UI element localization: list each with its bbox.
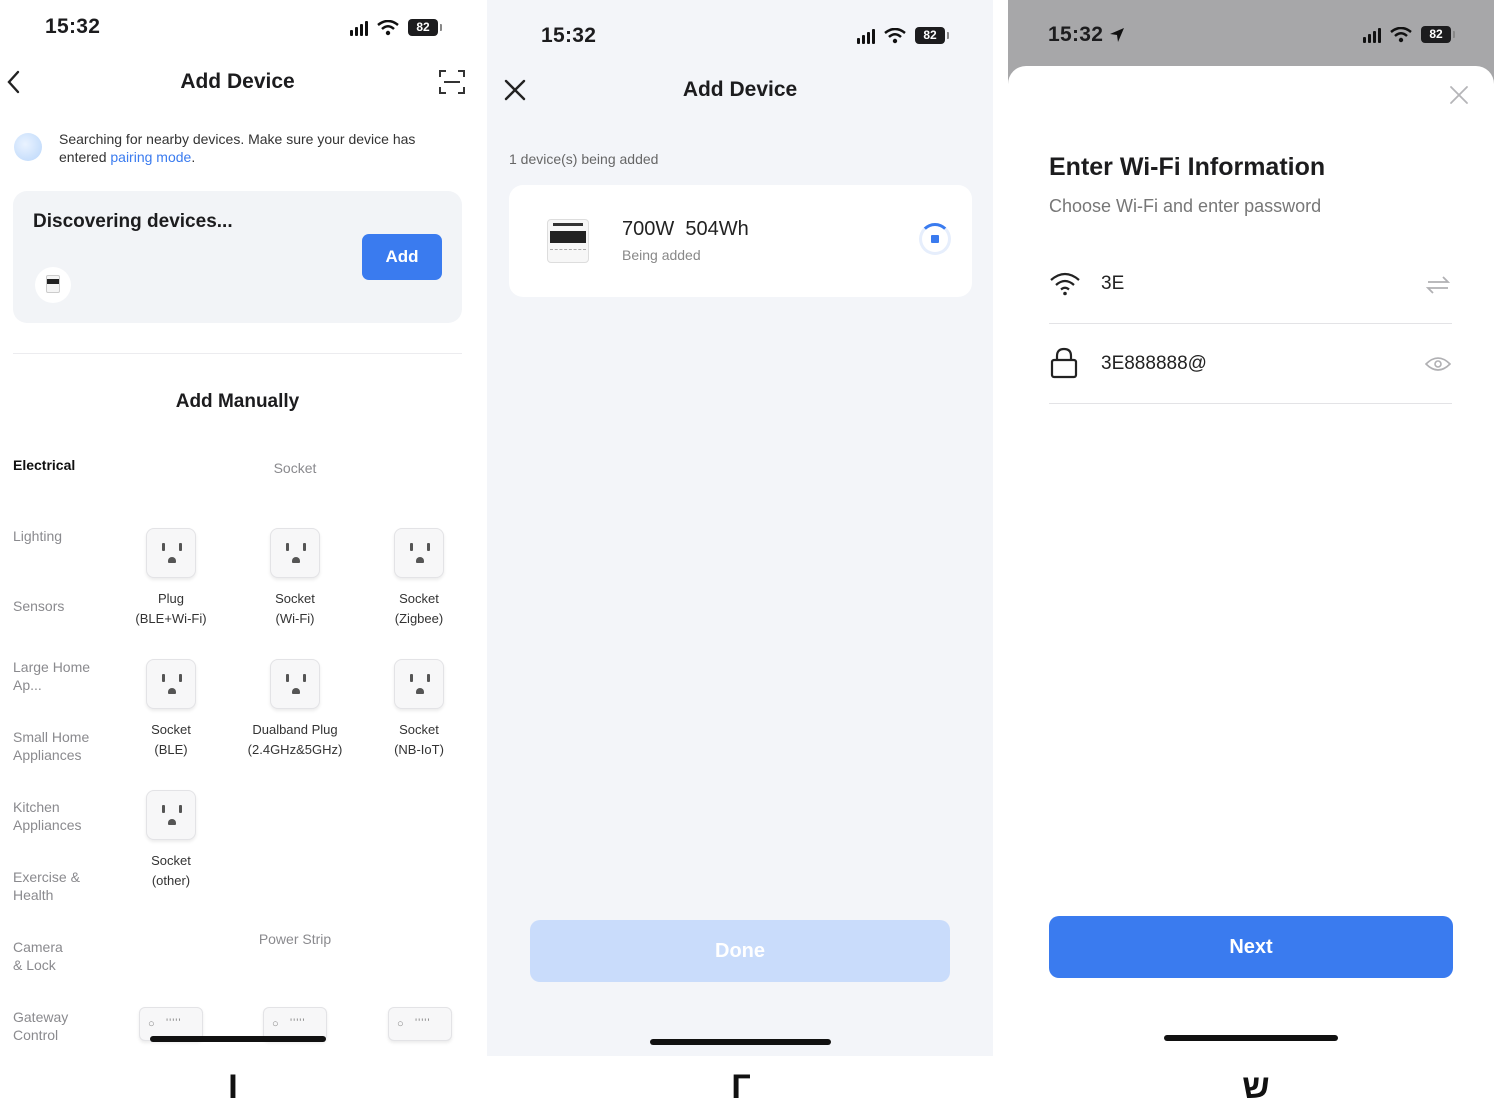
status-time: 15:32 [1048, 23, 1125, 47]
socket-other-icon[interactable] [146, 790, 196, 840]
loading-spinner-icon [919, 223, 951, 255]
add-manually-title: Add Manually [175, 391, 300, 412]
socket-wifi-icon[interactable] [270, 528, 320, 578]
power-station-icon [46, 275, 60, 293]
category-small-home-appliances[interactable]: Small Home Appliances [13, 728, 103, 764]
add-discovered-button[interactable]: Add [362, 234, 442, 280]
wifi-sheet: Enter Wi-Fi Information Choose Wi-Fi and… [1008, 66, 1494, 1056]
wifi-password-field[interactable]: 3E888888@ [1101, 353, 1207, 375]
power-station-icon [547, 219, 589, 263]
section-socket: Socket [273, 460, 317, 476]
wifi-icon [377, 19, 399, 35]
power-strip-icon[interactable]: ○ ''''' [388, 1007, 452, 1041]
device-card: 700W 504Wh Being added [509, 185, 972, 297]
wifi-icon [884, 27, 906, 43]
dualband-plug-icon[interactable] [270, 659, 320, 709]
screen-wifi-information: 15:32 82 Enter Wi-Fi Information Choose … [1008, 0, 1494, 1056]
close-icon[interactable] [1449, 85, 1469, 105]
home-indicator[interactable] [650, 1039, 831, 1045]
sheet-title: Enter Wi-Fi Information [1049, 153, 1326, 181]
category-kitchen-appliances[interactable]: Kitchen Appliances [13, 798, 93, 834]
status-icons: 82 [857, 27, 949, 44]
device-name: 700W 504Wh [622, 218, 749, 240]
socket-ble-icon[interactable] [146, 659, 196, 709]
device-label[interactable]: Socket (Zigbee) [354, 589, 475, 629]
location-arrow-icon [1110, 28, 1125, 42]
page-title: Add Device [180, 70, 295, 93]
status-icons: 82 [1363, 26, 1455, 43]
category-gateway-control[interactable]: Gateway Control [13, 1008, 83, 1044]
signal-icon [857, 28, 875, 44]
category-camera-lock[interactable]: Camera & Lock [13, 938, 73, 974]
divider [1049, 403, 1452, 404]
wifi-ssid-field[interactable]: 3E [1101, 273, 1124, 295]
battery-icon: 82 [408, 19, 442, 36]
signal-icon [350, 20, 368, 36]
discovering-card: Discovering devices... Add [13, 191, 462, 323]
searching-indicator-icon [14, 133, 42, 161]
panel-label-2: Г [731, 1068, 751, 1106]
category-electrical[interactable]: Electrical [13, 456, 113, 474]
lock-icon [1050, 347, 1078, 379]
switch-network-icon[interactable] [1426, 276, 1450, 294]
panel-label-3: ש [1242, 1068, 1270, 1106]
category-sensors[interactable]: Sensors [13, 597, 113, 615]
category-lighting[interactable]: Lighting [13, 527, 113, 545]
category-large-home-appliances[interactable]: Large Home Ap... [13, 658, 98, 694]
device-label[interactable]: Dualband Plug (2.4GHz&5GHz) [230, 720, 360, 760]
back-icon[interactable] [6, 70, 20, 94]
socket-nb-iot-icon[interactable] [394, 659, 444, 709]
screen-device-being-added: 15:32 82 Add Device 1 device(s) being ad… [487, 0, 993, 1056]
sheet-subtitle: Choose Wi-Fi and enter password [1049, 196, 1322, 216]
discovering-title: Discovering devices... [33, 211, 233, 232]
pairing-mode-link[interactable]: pairing mode [110, 149, 191, 165]
battery-icon: 82 [915, 27, 949, 44]
device-label[interactable]: Plug (BLE+Wi-Fi) [106, 589, 236, 629]
wifi-icon [1390, 26, 1412, 42]
status-icons: 82 [350, 19, 442, 36]
discovered-device-avatar[interactable] [35, 267, 71, 303]
search-notice: Searching for nearby devices. Make sure … [59, 131, 416, 165]
device-label[interactable]: Socket (Wi-Fi) [230, 589, 360, 629]
signal-icon [1363, 27, 1381, 43]
plug-ble-wifi-icon[interactable] [146, 528, 196, 578]
divider [1049, 323, 1452, 324]
device-label[interactable]: Socket (BLE) [106, 720, 236, 760]
page-title: Add Device [682, 78, 798, 101]
status-time: 15:32 [541, 24, 597, 47]
category-exercise-health[interactable]: Exercise & Health [13, 868, 83, 904]
done-button[interactable]: Done [530, 920, 950, 982]
divider [13, 353, 462, 354]
next-button[interactable]: Next [1049, 916, 1453, 978]
socket-zigbee-icon[interactable] [394, 528, 444, 578]
wifi-icon [1050, 272, 1080, 296]
eye-icon[interactable] [1425, 356, 1451, 372]
device-count-text: 1 device(s) being added [509, 151, 659, 167]
section-power-strip: Power Strip [258, 931, 332, 947]
device-label[interactable]: Socket (NB-IoT) [354, 720, 475, 760]
panel-label-1: I [228, 1068, 238, 1106]
battery-icon: 82 [1421, 26, 1455, 43]
device-status: Being added [622, 247, 701, 263]
close-icon[interactable] [503, 78, 527, 102]
screen-add-device-discovery: 15:32 82 Add Device Searching for nearby… [0, 0, 475, 1056]
home-indicator[interactable] [150, 1036, 326, 1042]
device-label[interactable]: Socket (other) [106, 851, 236, 891]
home-indicator[interactable] [1164, 1035, 1338, 1041]
scan-icon[interactable] [438, 68, 466, 96]
status-time: 15:32 [45, 15, 101, 38]
